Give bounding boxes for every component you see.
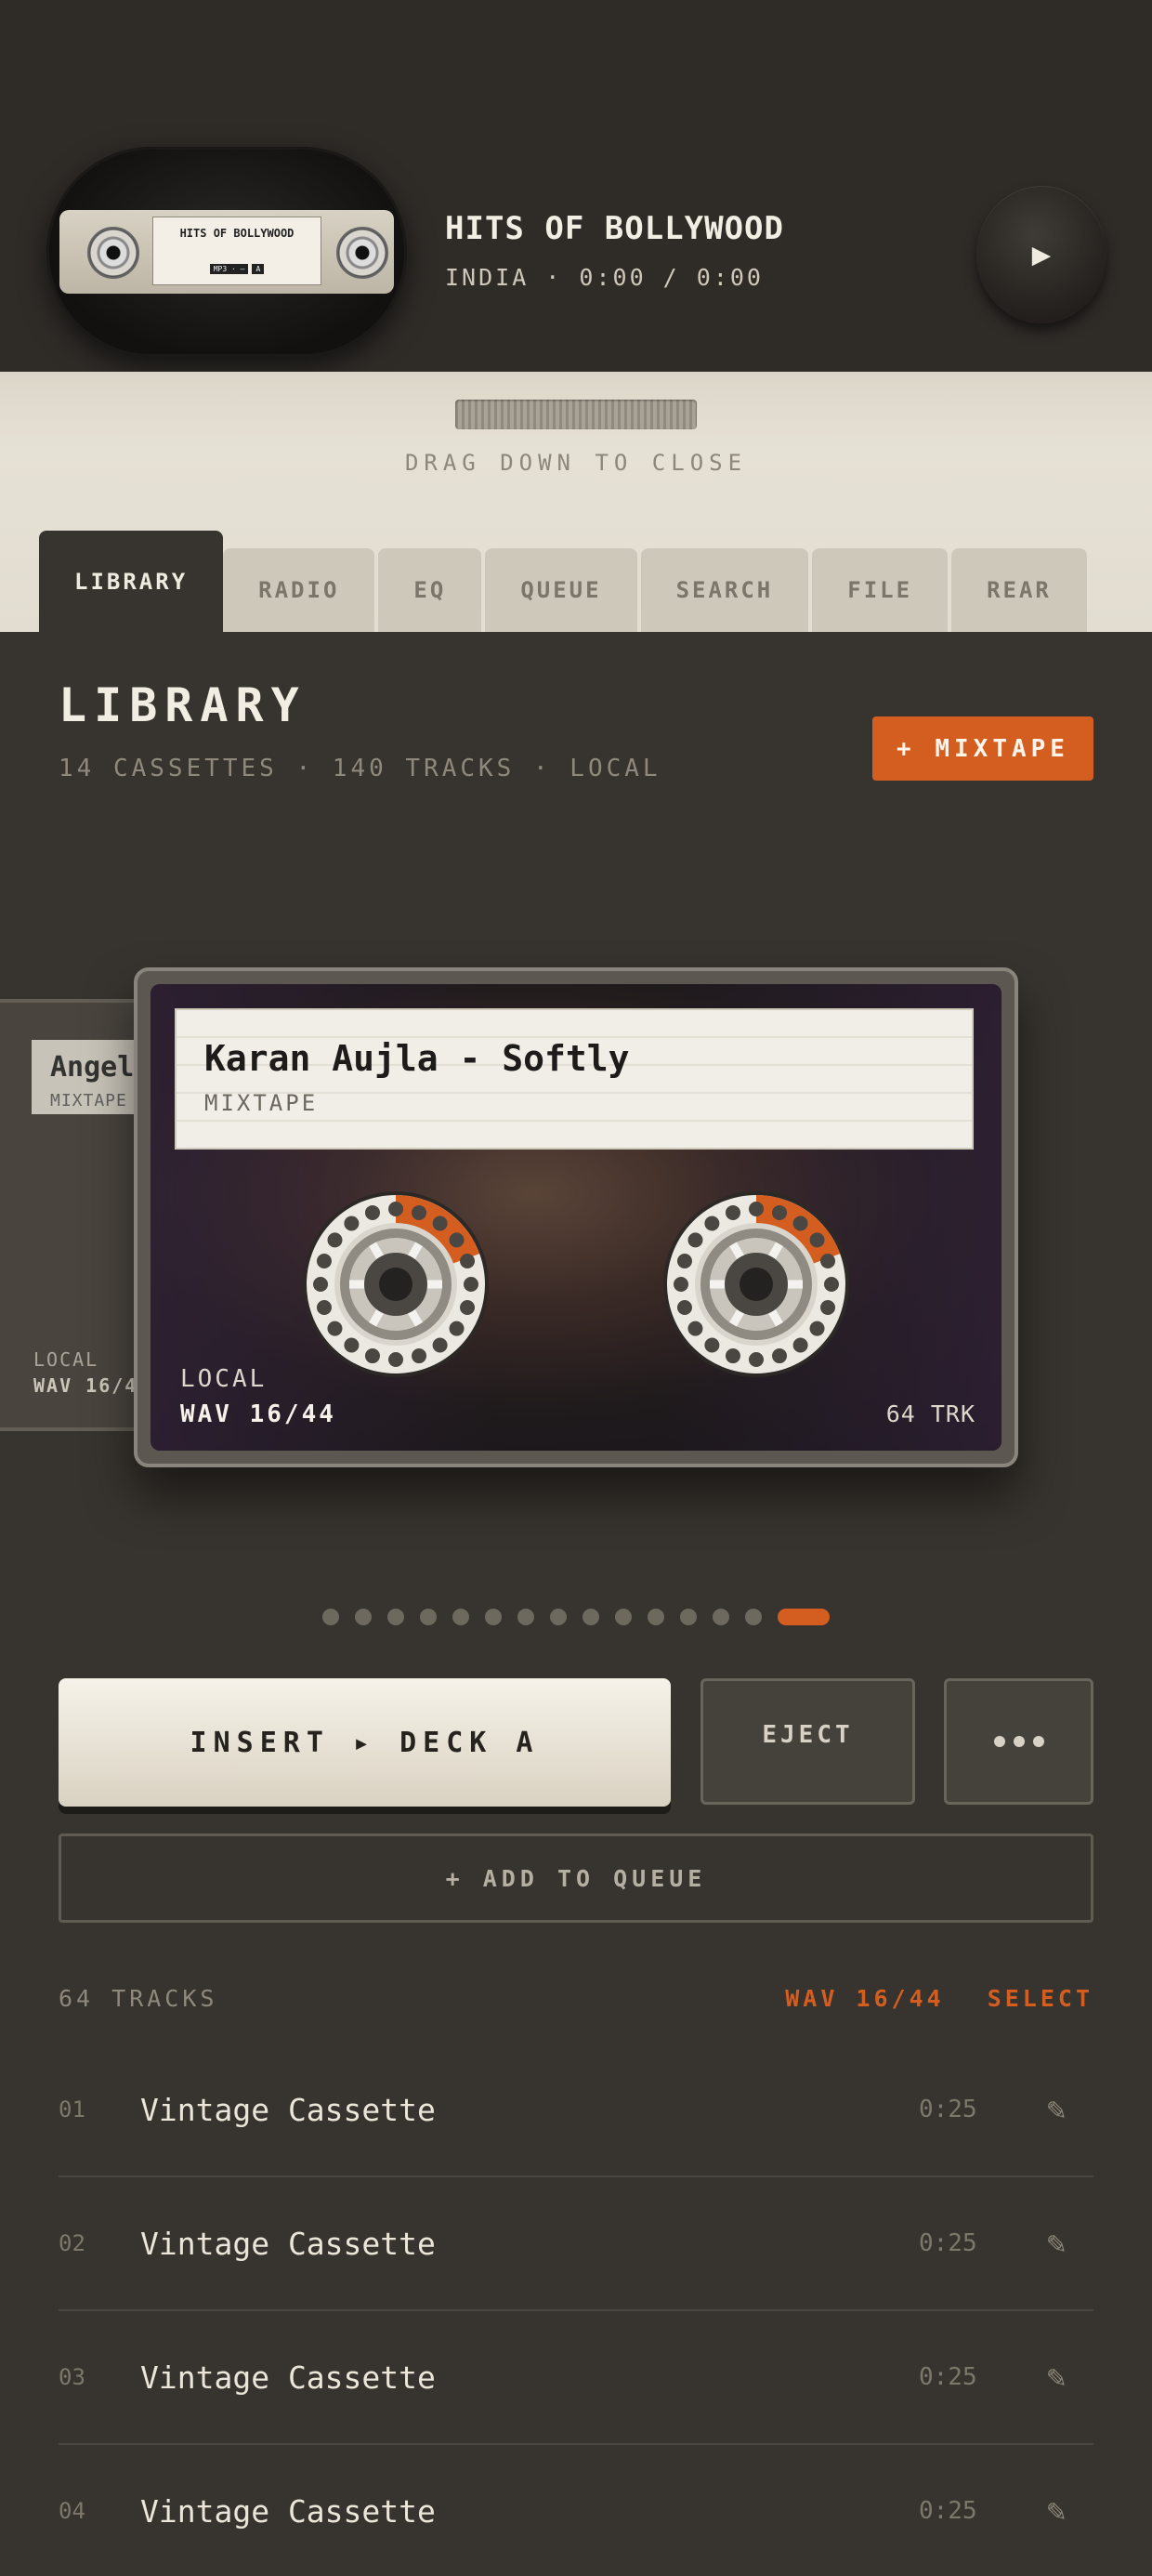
track-name: Vintage Cassette xyxy=(140,2091,436,2128)
track-duration: 0:25 xyxy=(919,2096,977,2123)
select-button[interactable]: SELECT xyxy=(988,1985,1093,2012)
more-icon xyxy=(1013,1736,1025,1747)
cassette-track-count: 64 TRK xyxy=(885,1400,975,1427)
now-playing-bar: HITS OF BOLLYWOOD MP3 · — A HITS OF BOLLY… xyxy=(0,0,1152,372)
drag-hint: DRAG DOWN TO CLOSE xyxy=(404,450,748,476)
cassette-shell: HITS OF BOLLYWOOD MP3 · — A xyxy=(59,210,394,294)
carousel-dot[interactable] xyxy=(322,1609,339,1625)
carousel-pagination xyxy=(0,1609,1152,1625)
cassette-format: WAV 16/44 xyxy=(180,1400,336,1428)
library-drawer-header: DRAG DOWN TO CLOSE LIBRARY RADIO EQ QUEU… xyxy=(0,372,1152,632)
carousel-dot[interactable] xyxy=(387,1609,404,1625)
track-row[interactable]: 04 Vintage Cassette 0:25 ✎ xyxy=(59,2445,1093,2576)
track-list: 01 Vintage Cassette 0:25 ✎ 02 Vintage Ca… xyxy=(59,2044,1093,2576)
right-reel-icon xyxy=(662,1190,850,1378)
track-row[interactable]: 01 Vintage Cassette 0:25 ✎ xyxy=(59,2044,1093,2177)
track-duration: 0:25 xyxy=(919,2363,977,2391)
now-playing-cassette[interactable]: HITS OF BOLLYWOOD MP3 · — A xyxy=(46,147,407,357)
cassette-label-title: HITS OF BOLLYWOOD xyxy=(179,227,295,240)
tab-search[interactable]: SEARCH xyxy=(640,548,809,632)
track-number: 01 xyxy=(59,2096,85,2123)
tab-library[interactable]: LIBRARY xyxy=(39,531,224,632)
page-title: LIBRARY xyxy=(59,678,307,732)
left-reel-icon xyxy=(87,227,139,279)
more-options-button[interactable] xyxy=(944,1678,1093,1805)
track-format-filter[interactable]: WAV 16/44 xyxy=(785,1985,944,2012)
carousel-dot[interactable] xyxy=(583,1609,599,1625)
edit-icon[interactable]: ✎ xyxy=(1038,2091,1075,2128)
more-icon xyxy=(1032,1736,1044,1747)
track-name: Vintage Cassette xyxy=(140,2492,436,2530)
play-icon: ▶ xyxy=(1031,236,1052,273)
carousel-dot[interactable] xyxy=(517,1609,534,1625)
cassette-card-current[interactable]: Karan Aujla - Softly MIXTAPE LOCAL WAV 1… xyxy=(134,967,1018,1467)
edit-icon[interactable]: ✎ xyxy=(1038,2359,1075,2396)
insert-deck-a-button[interactable]: INSERT ▸ DECK A xyxy=(59,1678,671,1807)
carousel-dot[interactable] xyxy=(648,1609,664,1625)
tab-rear[interactable]: REAR xyxy=(951,548,1087,632)
carousel-dot[interactable] xyxy=(745,1609,762,1625)
new-mixtape-button[interactable]: + MIXTAPE xyxy=(872,716,1093,781)
tab-file[interactable]: FILE xyxy=(812,548,949,632)
now-playing-title: HITS OF BOLLYWOOD xyxy=(445,210,784,247)
right-reel-icon xyxy=(336,227,388,279)
carousel-dot[interactable] xyxy=(452,1609,469,1625)
more-icon xyxy=(993,1736,1005,1747)
now-playing-subtitle: INDIA · 0:00 / 0:00 xyxy=(445,264,764,291)
tab-radio[interactable]: RADIO xyxy=(223,548,375,632)
cassette-card-label: Karan Aujla - Softly MIXTAPE xyxy=(175,1008,974,1150)
track-number: 03 xyxy=(59,2364,85,2390)
carousel-dot[interactable] xyxy=(485,1609,502,1625)
tab-bar: LIBRARY RADIO EQ QUEUE SEARCH FILE REAR xyxy=(39,531,1091,632)
carousel-dot[interactable] xyxy=(680,1609,697,1625)
cassette-label: HITS OF BOLLYWOOD MP3 · — A xyxy=(152,217,321,285)
eject-button[interactable]: EJECT xyxy=(700,1678,915,1805)
track-number: 02 xyxy=(59,2230,85,2256)
cassette-format-badge: MP3 · — xyxy=(209,264,249,274)
carousel-dot[interactable] xyxy=(778,1609,830,1625)
carousel-dot[interactable] xyxy=(355,1609,372,1625)
track-list-header: 64 TRACKS WAV 16/44 SELECT xyxy=(59,1985,1093,2012)
play-button[interactable]: ▶ xyxy=(976,186,1106,323)
track-row[interactable]: 03 Vintage Cassette 0:25 ✎ xyxy=(59,2311,1093,2445)
tab-queue[interactable]: QUEUE xyxy=(485,548,637,632)
track-duration: 0:25 xyxy=(919,2229,977,2257)
carousel-dot[interactable] xyxy=(615,1609,632,1625)
track-duration: 0:25 xyxy=(919,2497,977,2525)
cassette-source: LOCAL xyxy=(180,1365,268,1393)
cassette-type: MIXTAPE xyxy=(204,1090,319,1116)
carousel-dot[interactable] xyxy=(713,1609,729,1625)
drawer-drag-handle[interactable] xyxy=(455,400,697,429)
carousel-dot[interactable] xyxy=(550,1609,567,1625)
track-number: 04 xyxy=(59,2498,85,2524)
add-to-queue-button[interactable]: + ADD TO QUEUE xyxy=(59,1833,1093,1923)
track-name: Vintage Cassette xyxy=(140,2359,436,2396)
cassette-source: LOCAL xyxy=(33,1348,99,1371)
tab-eq[interactable]: EQ xyxy=(378,548,482,632)
track-row[interactable]: 02 Vintage Cassette 0:25 ✎ xyxy=(59,2177,1093,2311)
track-name: Vintage Cassette xyxy=(140,2225,436,2262)
carousel-dot[interactable] xyxy=(420,1609,437,1625)
cassette-side-badge: A xyxy=(252,264,265,274)
cassette-cover-art: Karan Aujla - Softly MIXTAPE LOCAL WAV 1… xyxy=(151,984,1001,1451)
track-count: 64 TRACKS xyxy=(59,1985,218,2012)
edit-icon[interactable]: ✎ xyxy=(1038,2225,1075,2262)
edit-icon[interactable]: ✎ xyxy=(1038,2492,1075,2530)
cassette-name: Karan Aujla - Softly xyxy=(204,1038,630,1079)
left-reel-icon xyxy=(302,1190,490,1378)
library-summary: 14 CASSETTES · 140 TRACKS · LOCAL xyxy=(59,755,661,782)
